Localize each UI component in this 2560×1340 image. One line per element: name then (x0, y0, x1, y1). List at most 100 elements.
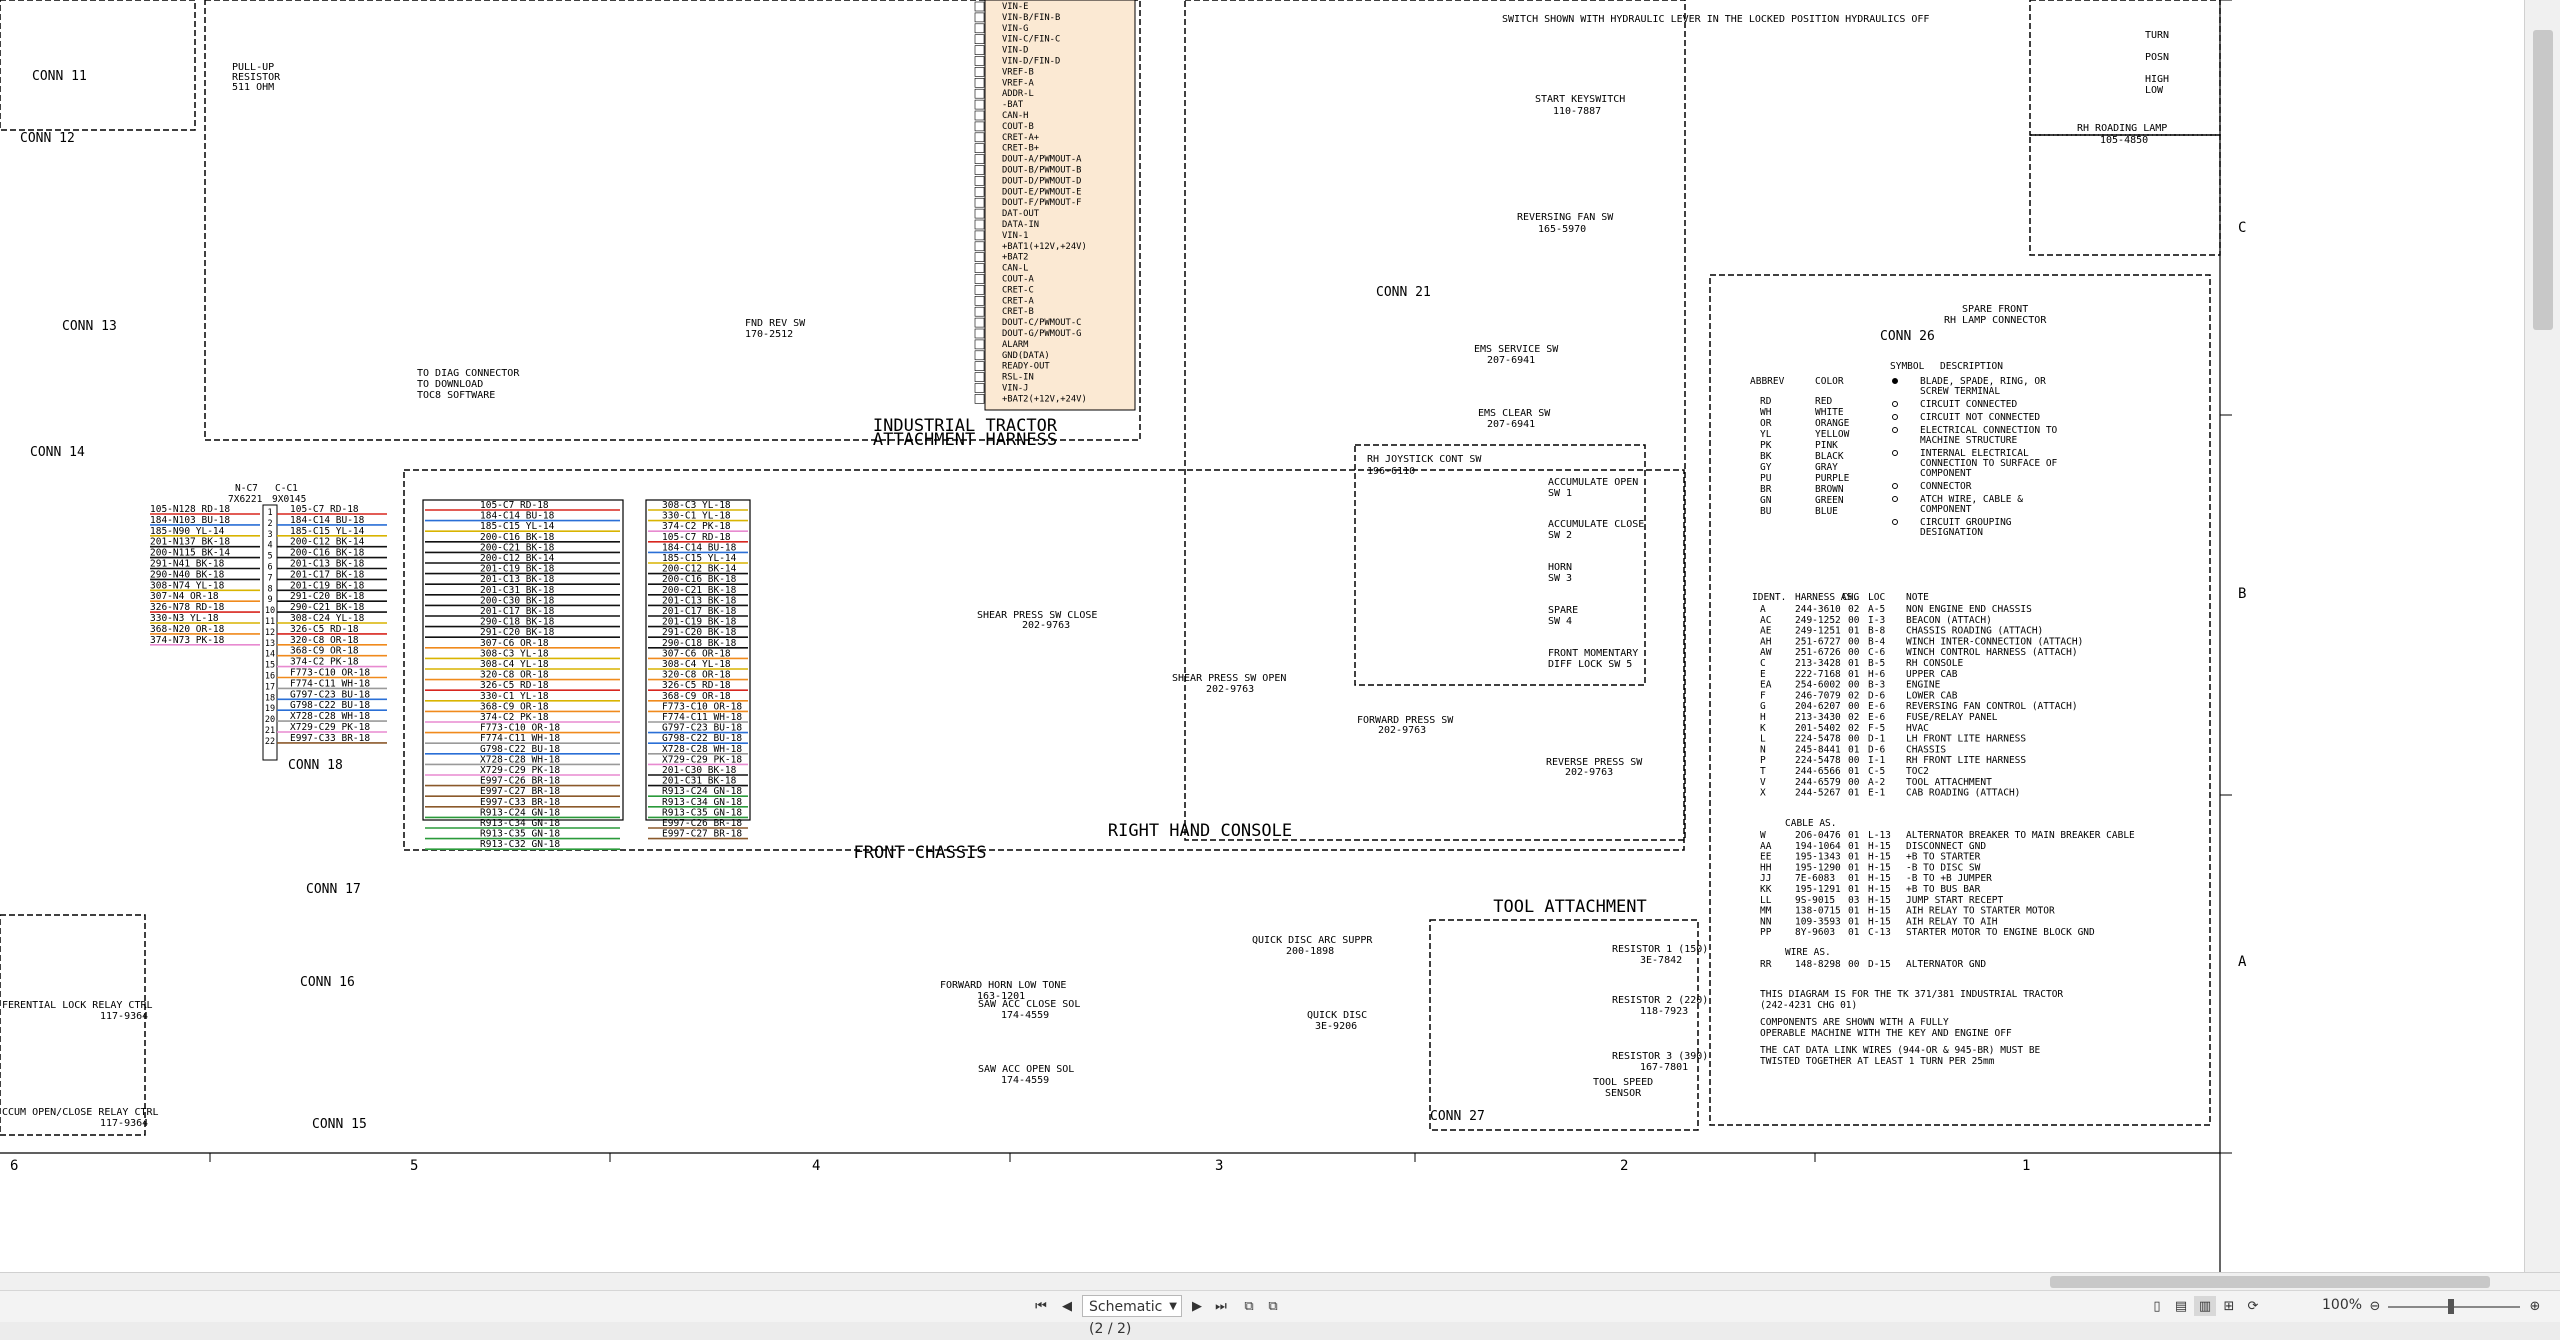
wire-table-cell: RR (1760, 959, 1772, 970)
ems-service-pn: 207-6941 (1487, 355, 1535, 366)
single-page-icon[interactable]: ▯ (2146, 1296, 2168, 1316)
right-block-label: 374-C2 PK-18 (662, 521, 731, 532)
cable-table-cell: 01 (1848, 862, 1860, 873)
right-block-label: F773-C10 OR-18 (662, 701, 742, 712)
harness-table-cell: 02 (1848, 712, 1859, 723)
horn-sw: SW 3 (1548, 573, 1572, 584)
horizontal-scrollbar[interactable] (0, 1272, 2560, 1291)
harness-table-cell: CHASSIS ROADING (ATTACH) (1906, 626, 2043, 637)
conn-18-c1-label: 368-C9 OR-18 (290, 646, 359, 657)
low-label: LOW (2145, 85, 2164, 96)
conn-18-pin-number: 5 (267, 552, 272, 562)
ecm-pin-box (974, 263, 985, 273)
cable-table-cell: H-15 (1868, 906, 1891, 917)
conn-18-pin-number: 3 (267, 530, 272, 540)
ecm-pin-box (974, 110, 985, 121)
conn-18-c1-label: 184-C14 BU-18 (290, 515, 365, 526)
zoom-slider-handle[interactable] (2448, 1299, 2454, 1314)
harness-table-cell: 00 (1848, 734, 1860, 745)
conn-18-n-label: 330-N3 YL-18 (150, 613, 219, 624)
conn-11-label: CONN 11 (32, 69, 87, 84)
ecm-pin-box (974, 88, 985, 99)
harness-table-cell: 249-1252 (1795, 615, 1841, 626)
accumulate-close-sw: SW 2 (1548, 530, 1572, 541)
rotate-icon[interactable]: ⟳ (2242, 1296, 2264, 1316)
legend-symbol-icon (1892, 427, 1898, 433)
mid-block-label: E997-C27 BR-18 (480, 786, 560, 797)
cable-table-cell: AIH RELAY TO AIH (1906, 916, 1998, 927)
conn-18-c1-label: 320-C8 OR-18 (290, 635, 359, 646)
legend-color: GRAY (1815, 462, 1838, 473)
right-block-label: 307-C6 OR-18 (662, 648, 731, 659)
mid-block-label: 201-C31 BK-18 (480, 585, 555, 596)
saw-open-pn: 174-4559 (1001, 1075, 1049, 1086)
vertical-scroll-thumb[interactable] (2533, 30, 2553, 330)
mid-block-label: F773-C10 OR-18 (480, 723, 560, 734)
harness-table-cell: AC (1760, 615, 1771, 626)
conn-18-n-label: 368-N20 OR-18 (150, 624, 225, 635)
conn-18-c1-label: G797-C23 BU-18 (290, 689, 370, 700)
first-page-icon[interactable]: ⏮ (1030, 1296, 1052, 1316)
harness-table-cell: UPPER CAB (1906, 669, 1958, 680)
right-block-label: R913-C34 GN-18 (662, 797, 742, 808)
saw-close-label: SAW ACC CLOSE SOL (978, 999, 1080, 1010)
ecm-pin-box (974, 67, 985, 77)
vertical-scrollbar[interactable] (2524, 0, 2560, 1272)
ecm-pin-box (974, 274, 985, 284)
harness-table-cell: D-6 (1868, 690, 1885, 701)
conn-21-label: CONN 21 (1376, 285, 1431, 300)
continuous-page-icon[interactable]: ▤ (2170, 1296, 2192, 1316)
mid-block-label: 200-C16 BK-18 (480, 532, 555, 543)
harness-table-cell: 204-6207 (1795, 701, 1841, 712)
shear-open-pn: 202-9763 (1206, 684, 1254, 695)
right-block-label: 308-C4 YL-18 (662, 659, 731, 670)
cable-table-cell: AA (1760, 841, 1772, 852)
zoom-out-icon[interactable]: ⊖ (2364, 1296, 2386, 1316)
legend-symbol-icon (1892, 496, 1898, 502)
diagram-note: TWISTED TOGETHER AT LEAST 1 TURN PER 25m… (1760, 1056, 1995, 1067)
ecm-pin-box (974, 350, 985, 361)
conn-16-label: CONN 16 (300, 975, 355, 990)
ecm-pin-box (974, 12, 985, 23)
copy-page-icon[interactable]: ⧉ (1238, 1296, 1260, 1316)
legend-symbol-description: COMPONENT (1920, 504, 1972, 515)
ecm-pin-box (974, 295, 985, 306)
fit-page-icon[interactable]: ⊞ (2218, 1296, 2240, 1316)
ecm-pin-box (974, 241, 985, 252)
mid-block-label: 291-C20 BK-18 (480, 627, 555, 638)
ecm-pin-label: +BAT2 (1002, 253, 1028, 263)
vacuum-relay-label: CCUM OPEN/CLOSE RELAY CTRL (2, 1107, 159, 1118)
wire-table-title: WIRE AS. (1785, 947, 1831, 958)
mid-block-label: 200-C12 BK-14 (480, 553, 555, 564)
harness-table-cell: BEACON (ATTACH) (1906, 615, 1992, 626)
next-page-icon[interactable]: ▶ (1186, 1296, 1208, 1316)
zoom-slider[interactable] (2388, 1306, 2520, 1308)
conn-18-c1-label: 201-C13 BK-18 (290, 559, 365, 570)
cable-table-cell: H-15 (1868, 916, 1891, 927)
mid-block-label: 290-C18 BK-18 (480, 617, 555, 628)
mid-block-label: R913-C24 GN-18 (480, 807, 560, 818)
last-page-icon[interactable]: ⏭ (1210, 1296, 1232, 1316)
page-selector[interactable]: Schematic (2 / 2) ▼ (1082, 1295, 1182, 1337)
zoom-in-icon[interactable]: ⊕ (2524, 1296, 2546, 1316)
harness-table-cell: HVAC (1906, 723, 1929, 734)
ecm-pin-label: VIN-D (1002, 46, 1028, 56)
cable-table-cell: EE (1760, 852, 1772, 863)
front-chassis-boundary (403, 469, 1685, 851)
mid-block-label: F774-C11 WH-18 (480, 733, 560, 744)
harness-table-cell: A-2 (1868, 777, 1885, 788)
horizontal-scroll-thumb[interactable] (2050, 1276, 2490, 1288)
mid-block-label: 308-C4 YL-18 (480, 659, 549, 670)
two-page-icon[interactable]: ▥ (2194, 1296, 2216, 1316)
previous-page-icon[interactable]: ◀ (1056, 1296, 1078, 1316)
paste-page-icon[interactable]: ⧉ (1262, 1296, 1284, 1316)
chevron-down-icon: ▼ (1169, 1301, 1177, 1312)
ruler-column-label: 3 (1215, 1158, 1223, 1174)
harness-table-cell: B-5 (1868, 658, 1885, 669)
legend-symbol-description: MACHINE STRUCTURE (1920, 435, 2018, 446)
conn-18-n-label: 105-N128 RD-18 (150, 504, 230, 515)
harness-table-cell: TOC2 (1906, 766, 1929, 777)
cable-table-cell: H-15 (1868, 895, 1891, 906)
mid-block-label: G798-C22 BU-18 (480, 744, 560, 755)
spare-sw: SW 4 (1548, 616, 1572, 627)
